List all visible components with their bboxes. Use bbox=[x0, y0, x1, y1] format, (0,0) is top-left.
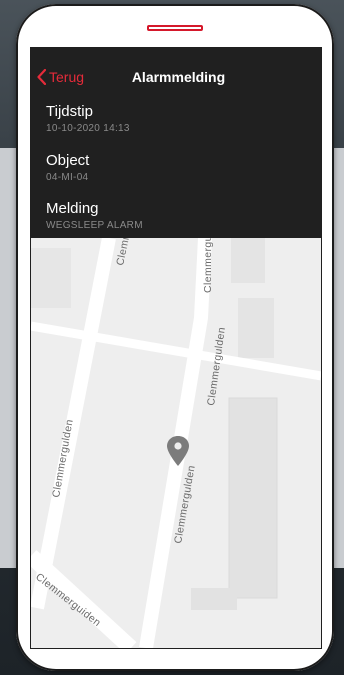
app-screen: Clemmergulden Clemmergulden Clemmergulde… bbox=[30, 47, 322, 649]
detail-value: WEGSLEEP ALARM bbox=[46, 220, 143, 231]
detail-label: Object bbox=[46, 152, 90, 169]
page-title: Alarmmelding bbox=[131, 69, 226, 85]
alarm-details-panel: Terug Alarmmelding Tijdstip 10-10-2020 1… bbox=[31, 48, 321, 238]
phone-frame: Clemmergulden Clemmergulden Clemmergulde… bbox=[16, 4, 334, 671]
nav-bar: Terug Alarmmelding bbox=[31, 48, 321, 96]
detail-alarm-type: Melding WEGSLEEP ALARM bbox=[46, 200, 143, 233]
detail-label: Tijdstip bbox=[46, 103, 93, 120]
detail-value: 10-10-2020 14:13 bbox=[46, 123, 130, 134]
detail-object: Object 04-MI-04 bbox=[46, 152, 89, 185]
phone-speaker bbox=[147, 25, 203, 31]
detail-time: Tijdstip 10-10-2020 14:13 bbox=[46, 103, 130, 136]
detail-label: Melding bbox=[46, 200, 99, 217]
detail-value: 04-MI-04 bbox=[46, 172, 89, 183]
